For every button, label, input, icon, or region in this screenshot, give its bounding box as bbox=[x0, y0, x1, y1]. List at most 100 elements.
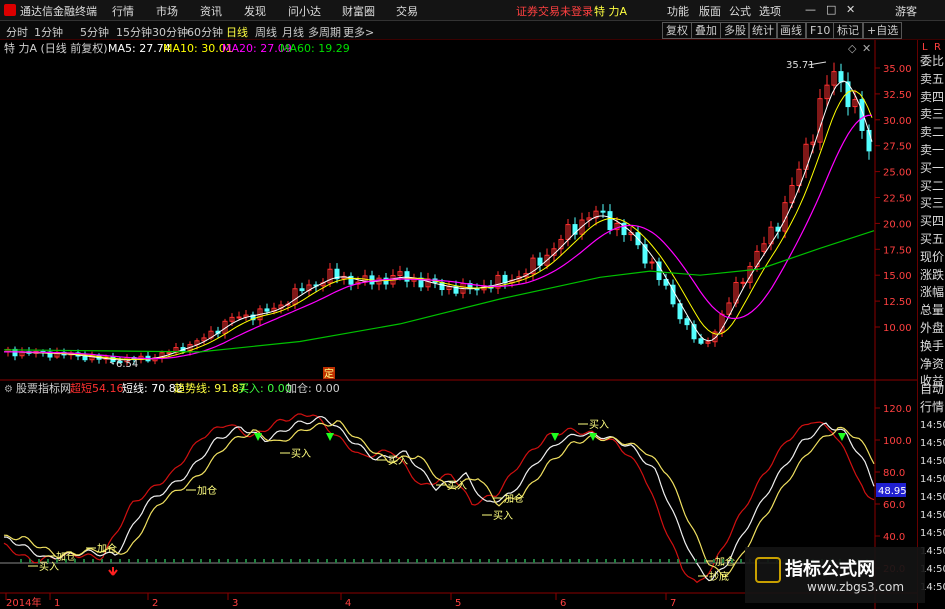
sub-indicator-name[interactable]: 股票指标网 bbox=[16, 381, 71, 395]
side-item[interactable]: 行情 bbox=[920, 398, 944, 415]
period-60min[interactable]: 60分钟 bbox=[187, 24, 223, 40]
btn-fuquan[interactable]: 复权 bbox=[662, 22, 692, 39]
volume-bar bbox=[632, 559, 634, 563]
side-item[interactable]: 涨跌 bbox=[920, 266, 944, 283]
time-tick-label: 4 bbox=[345, 598, 351, 609]
volume-bar bbox=[47, 559, 49, 563]
volume-bar bbox=[488, 559, 490, 563]
btn-huaxian[interactable]: 画线 bbox=[776, 22, 806, 39]
side-item[interactable]: 卖二 bbox=[920, 123, 944, 140]
volume-bar bbox=[596, 559, 598, 563]
side-item[interactable]: 涨幅 bbox=[920, 283, 944, 300]
volume-bar bbox=[407, 559, 409, 563]
menu-banmian[interactable]: 版面 bbox=[699, 3, 721, 19]
volume-bar bbox=[731, 559, 733, 563]
side-item[interactable]: 买五 bbox=[920, 230, 944, 247]
side-item[interactable]: 自动 bbox=[920, 380, 944, 397]
volume-bar bbox=[74, 559, 76, 563]
volume-bar bbox=[506, 559, 508, 563]
menu-zixun[interactable]: 资讯 bbox=[200, 3, 222, 19]
menu-faxian[interactable]: 发现 bbox=[244, 3, 266, 19]
side-item[interactable]: 卖三 bbox=[920, 105, 944, 122]
side-item[interactable]: 买三 bbox=[920, 194, 944, 211]
btn-biaoji[interactable]: 标记 bbox=[833, 22, 863, 39]
period-5min[interactable]: 5分钟 bbox=[80, 24, 109, 40]
volume-bar bbox=[623, 559, 625, 563]
header-close-icon[interactable]: ✕ bbox=[862, 42, 871, 55]
menu-caifuquan[interactable]: 财富圈 bbox=[342, 3, 375, 19]
side-item[interactable]: 卖五 bbox=[920, 70, 944, 87]
side-item[interactable]: 换手 bbox=[920, 337, 944, 354]
period-multi[interactable]: 多周期 bbox=[308, 24, 341, 40]
volume-bar bbox=[236, 559, 238, 563]
price-tick-label: 35.00 bbox=[883, 64, 912, 75]
side-item[interactable]: 委比 bbox=[920, 52, 944, 69]
time-tick-label: 2 bbox=[152, 598, 158, 609]
volume-bar bbox=[164, 559, 166, 563]
app-title: 通达信金融终端 bbox=[20, 5, 97, 18]
side-item[interactable]: 卖一 bbox=[920, 141, 944, 158]
volume-bar bbox=[38, 559, 40, 563]
maximize-icon[interactable]: □ bbox=[826, 3, 836, 16]
btn-diejia[interactable]: 叠加 bbox=[691, 22, 721, 39]
side-item[interactable]: 总量 bbox=[920, 301, 944, 318]
login-status[interactable]: 证券交易未登录 bbox=[516, 3, 593, 19]
btn-f10[interactable]: F10 bbox=[806, 22, 835, 39]
btn-duogu[interactable]: 多股 bbox=[720, 22, 750, 39]
side-item[interactable]: 外盘 bbox=[920, 319, 944, 336]
btn-tongji[interactable]: 统计 bbox=[748, 22, 778, 39]
period-30min[interactable]: 30分钟 bbox=[152, 24, 188, 40]
volume-bar bbox=[191, 559, 193, 563]
chart-area[interactable]: 特 力A (日线 前复权) MA5: 27.74 MA10: 30.01 MA2… bbox=[0, 40, 917, 609]
volume-bar bbox=[398, 559, 400, 563]
price-tick-label: 17.50 bbox=[883, 245, 912, 256]
menu-hangqing[interactable]: 行情 bbox=[112, 3, 134, 19]
side-item[interactable]: 买二 bbox=[920, 177, 944, 194]
volume-bar bbox=[605, 559, 607, 563]
volume-bar bbox=[227, 559, 229, 563]
side-item[interactable]: 现价 bbox=[920, 248, 944, 265]
flag-text: 定 bbox=[324, 367, 334, 380]
btn-zixuan[interactable]: +自选 bbox=[863, 22, 903, 39]
time-tick-label: 2014年 bbox=[6, 596, 41, 609]
volume-bar bbox=[317, 559, 319, 563]
guest-label[interactable]: 游客 bbox=[895, 3, 917, 19]
period-15min[interactable]: 15分钟 bbox=[116, 24, 152, 40]
volume-bar bbox=[425, 559, 427, 563]
menu-xuanxiang[interactable]: 选项 bbox=[759, 3, 781, 19]
period-1min[interactable]: 1分钟 bbox=[34, 24, 63, 40]
volume-bar bbox=[146, 559, 148, 563]
minimize-icon[interactable]: — bbox=[805, 3, 816, 16]
price-axis: 35.00 32.50 30.00 27.50 25.00 22.50 20.00 17.50… bbox=[875, 64, 912, 334]
side-item[interactable]: 卖四 bbox=[920, 88, 944, 105]
time-tick-label: 6 bbox=[560, 598, 566, 609]
volume-bar bbox=[20, 559, 22, 563]
volume-bar bbox=[560, 559, 562, 563]
header-settings-icon[interactable]: ◇ bbox=[848, 42, 857, 55]
volume-bar bbox=[614, 559, 616, 563]
price-tick-label: 12.50 bbox=[883, 297, 912, 308]
candle-body bbox=[740, 281, 746, 284]
menu-gongneng[interactable]: 功能 bbox=[667, 3, 689, 19]
menu-jiaoyi[interactable]: 交易 bbox=[396, 3, 418, 19]
side-time: 14:50 bbox=[920, 492, 945, 503]
menu-wenxiaoda[interactable]: 问小达 bbox=[288, 3, 321, 19]
down-arrow-icon bbox=[551, 433, 559, 441]
side-item[interactable]: 买四 bbox=[920, 212, 944, 229]
volume-bar bbox=[29, 559, 31, 563]
close-icon[interactable]: ✕ bbox=[846, 3, 855, 16]
side-item[interactable]: 净资 bbox=[920, 355, 944, 372]
period-weekly[interactable]: 周线 bbox=[255, 24, 277, 40]
period-daily[interactable]: 日线 bbox=[226, 24, 248, 40]
menu-shichang[interactable]: 市场 bbox=[156, 3, 178, 19]
volume-bar bbox=[524, 559, 526, 563]
menu-gongshi[interactable]: 公式 bbox=[729, 3, 751, 19]
volume-bar bbox=[659, 559, 661, 563]
period-fenshi[interactable]: 分时 bbox=[6, 24, 28, 40]
period-monthly[interactable]: 月线 bbox=[282, 24, 304, 40]
ma60-line bbox=[3, 230, 875, 353]
sub-gear-icon[interactable]: ⚙ bbox=[4, 384, 13, 395]
side-item[interactable]: 买一 bbox=[920, 159, 944, 176]
period-more[interactable]: 更多> bbox=[343, 24, 374, 40]
volume-bar bbox=[353, 559, 355, 563]
